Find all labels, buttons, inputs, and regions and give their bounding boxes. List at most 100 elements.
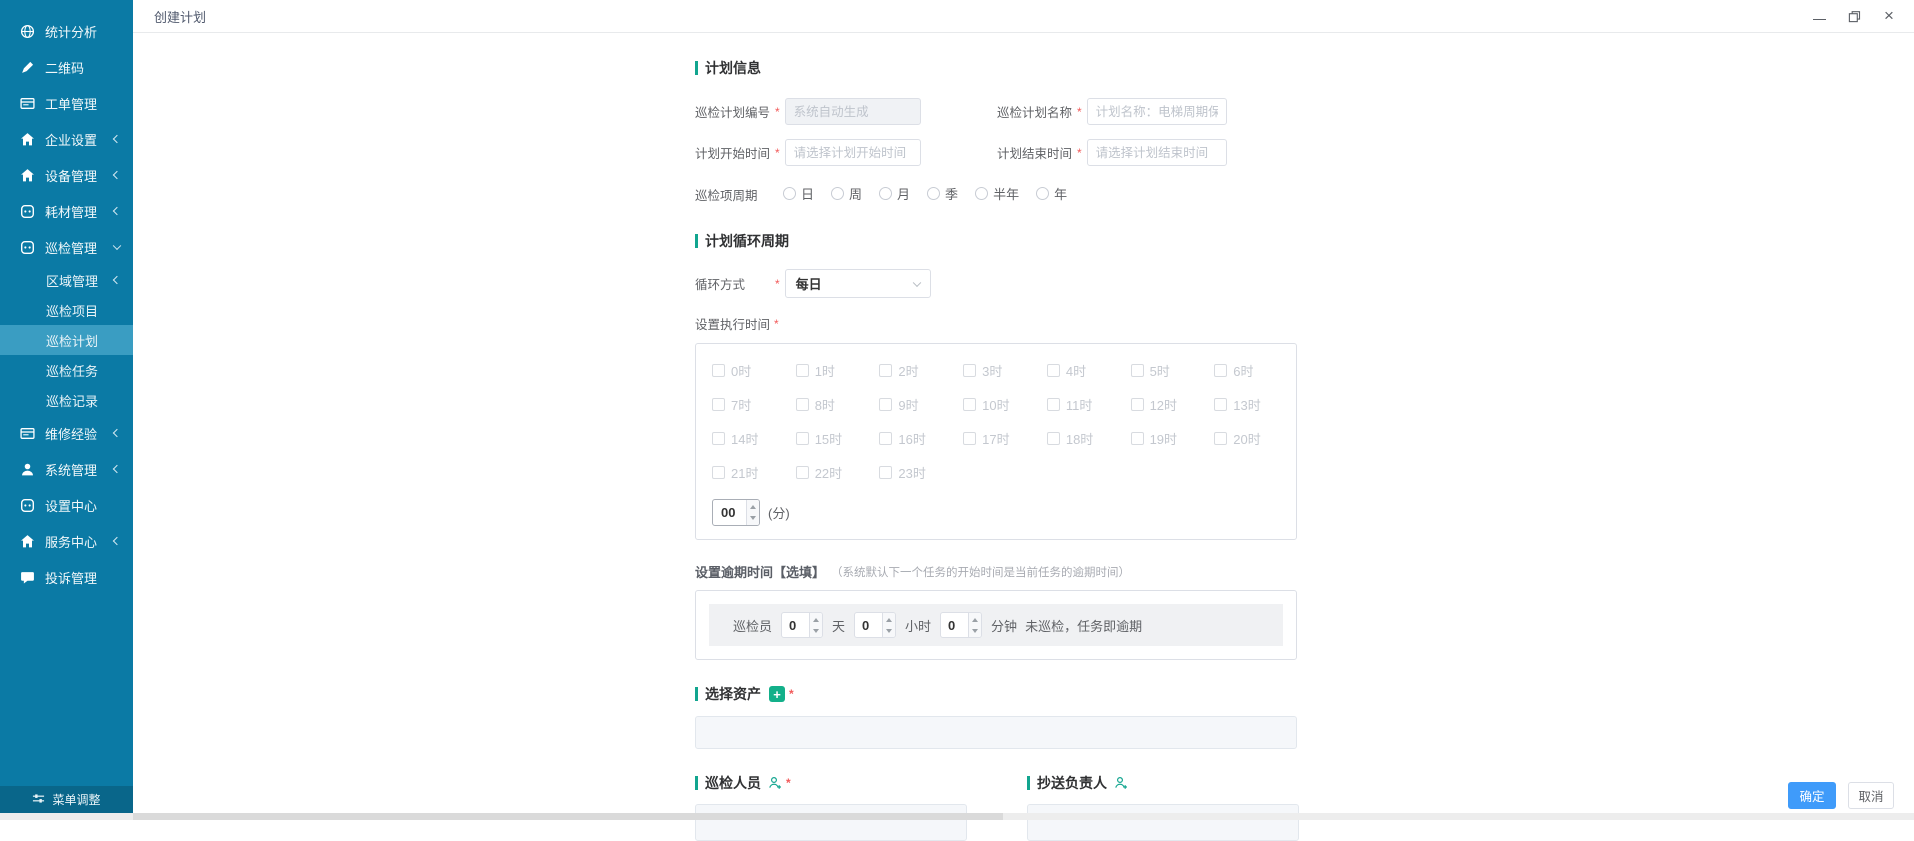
scrollbar-thumb[interactable] xyxy=(133,813,1003,820)
sidebar-item-inspection-mgmt[interactable]: 巡检管理 xyxy=(0,229,133,265)
hour-checkbox[interactable]: 18时 xyxy=(1047,429,1131,448)
sidebar-item-complaints[interactable]: 投诉管理 xyxy=(0,559,133,595)
hour-checkbox[interactable]: 4时 xyxy=(1047,361,1131,380)
radio-icon[interactable] xyxy=(831,187,844,200)
hour-checkbox[interactable]: 6时 xyxy=(1214,361,1298,380)
horizontal-scrollbar[interactable] xyxy=(0,813,1914,820)
overdue-hour-input[interactable] xyxy=(855,618,879,633)
checkbox-icon[interactable] xyxy=(796,466,809,479)
checkbox-icon[interactable] xyxy=(712,398,725,411)
close-button[interactable]: × xyxy=(1882,9,1896,23)
restore-button[interactable] xyxy=(1847,9,1861,23)
checkbox-icon[interactable] xyxy=(963,398,976,411)
end-time-input[interactable] xyxy=(1087,139,1227,166)
overdue-day-input[interactable] xyxy=(782,618,806,633)
hour-checkbox[interactable]: 23时 xyxy=(879,463,963,482)
hour-checkbox[interactable]: 11时 xyxy=(1047,395,1131,414)
cc-selection-box[interactable] xyxy=(1027,804,1299,841)
hour-checkbox[interactable]: 5时 xyxy=(1131,361,1215,380)
menu-adjust-button[interactable]: 菜单调整 xyxy=(0,786,133,813)
hour-checkbox[interactable]: 17时 xyxy=(963,429,1047,448)
sidebar-item-consumables[interactable]: 耗材管理 xyxy=(0,193,133,229)
radio-icon[interactable] xyxy=(783,187,796,200)
sidebar-item-repair-experience[interactable]: 维修经验 xyxy=(0,415,133,451)
overdue-minute-input[interactable] xyxy=(941,618,965,633)
loop-mode-select[interactable]: 每日 xyxy=(785,269,931,298)
sidebar-item-inspection-records[interactable]: 巡检记录 xyxy=(0,385,133,415)
cycle-radio[interactable]: 日 xyxy=(783,184,814,203)
hour-checkbox[interactable]: 12时 xyxy=(1131,395,1215,414)
checkbox-icon[interactable] xyxy=(712,466,725,479)
hour-checkbox[interactable]: 0时 xyxy=(712,361,796,380)
sidebar-item-settings-center[interactable]: 设置中心 xyxy=(0,487,133,523)
plan-name-input[interactable] xyxy=(1087,98,1227,125)
sidebar-item-work-order[interactable]: 工单管理 xyxy=(0,85,133,121)
checkbox-icon[interactable] xyxy=(1047,364,1060,377)
sidebar-item-stats[interactable]: 统计分析 xyxy=(0,13,133,49)
radio-icon[interactable] xyxy=(927,187,940,200)
minute-input[interactable] xyxy=(713,505,743,520)
cycle-radio[interactable]: 周 xyxy=(831,184,862,203)
overdue-hour-stepper[interactable] xyxy=(854,612,896,638)
sidebar-item-inspection-items[interactable]: 巡检项目 xyxy=(0,295,133,325)
hour-checkbox[interactable]: 2时 xyxy=(879,361,963,380)
sidebar-item-device-mgmt[interactable]: 设备管理 xyxy=(0,157,133,193)
checkbox-icon[interactable] xyxy=(796,398,809,411)
stepper-arrows-icon[interactable] xyxy=(882,613,895,637)
checkbox-icon[interactable] xyxy=(796,364,809,377)
hour-checkbox[interactable]: 13时 xyxy=(1214,395,1298,414)
sidebar-item-enterprise-settings[interactable]: 企业设置 xyxy=(0,121,133,157)
sidebar-item-inspection-tasks[interactable]: 巡检任务 xyxy=(0,355,133,385)
hour-checkbox[interactable]: 7时 xyxy=(712,395,796,414)
checkbox-icon[interactable] xyxy=(963,432,976,445)
cycle-radio[interactable]: 半年 xyxy=(975,184,1019,203)
checkbox-icon[interactable] xyxy=(712,364,725,377)
checkbox-icon[interactable] xyxy=(1047,432,1060,445)
minimize-button[interactable] xyxy=(1812,9,1826,23)
stepper-arrows-icon[interactable] xyxy=(809,613,822,637)
add-asset-button[interactable]: + xyxy=(769,686,785,702)
radio-icon[interactable] xyxy=(879,187,892,200)
sidebar-item-service-center[interactable]: 服务中心 xyxy=(0,523,133,559)
hour-checkbox[interactable]: 3时 xyxy=(963,361,1047,380)
sidebar-item-qrcode[interactable]: 二维码 xyxy=(0,49,133,85)
checkbox-icon[interactable] xyxy=(1214,432,1227,445)
checkbox-icon[interactable] xyxy=(1214,398,1227,411)
hour-checkbox[interactable]: 9时 xyxy=(879,395,963,414)
sidebar-item-region-mgmt[interactable]: 区域管理 xyxy=(0,265,133,295)
radio-icon[interactable] xyxy=(975,187,988,200)
person-add-icon[interactable] xyxy=(1114,776,1128,790)
overdue-day-stepper[interactable] xyxy=(781,612,823,638)
minute-stepper[interactable] xyxy=(712,499,760,526)
overdue-minute-stepper[interactable] xyxy=(940,612,982,638)
hour-checkbox[interactable]: 10时 xyxy=(963,395,1047,414)
hour-checkbox[interactable]: 1时 xyxy=(796,361,880,380)
sidebar-item-system-mgmt[interactable]: 系统管理 xyxy=(0,451,133,487)
confirm-button[interactable]: 确定 xyxy=(1788,782,1836,809)
sidebar-item-inspection-plan[interactable]: 巡检计划 xyxy=(0,325,133,355)
checkbox-icon[interactable] xyxy=(879,364,892,377)
person-add-icon[interactable] xyxy=(768,776,782,790)
checkbox-icon[interactable] xyxy=(796,432,809,445)
checkbox-icon[interactable] xyxy=(1131,432,1144,445)
checkbox-icon[interactable] xyxy=(1131,398,1144,411)
cycle-radio[interactable]: 月 xyxy=(879,184,910,203)
hour-checkbox[interactable]: 21时 xyxy=(712,463,796,482)
stepper-arrows-icon[interactable] xyxy=(746,500,759,525)
checkbox-icon[interactable] xyxy=(879,432,892,445)
cancel-button[interactable]: 取消 xyxy=(1848,782,1894,809)
checkbox-icon[interactable] xyxy=(879,398,892,411)
checkbox-icon[interactable] xyxy=(879,466,892,479)
start-time-input[interactable] xyxy=(785,139,921,166)
checkbox-icon[interactable] xyxy=(1214,364,1227,377)
cycle-radio[interactable]: 年 xyxy=(1036,184,1067,203)
hour-checkbox[interactable]: 8时 xyxy=(796,395,880,414)
inspector-selection-box[interactable] xyxy=(695,804,967,841)
hour-checkbox[interactable]: 16时 xyxy=(879,429,963,448)
assets-selection-box[interactable] xyxy=(695,716,1297,749)
hour-checkbox[interactable]: 14时 xyxy=(712,429,796,448)
cycle-radio[interactable]: 季 xyxy=(927,184,958,203)
checkbox-icon[interactable] xyxy=(1047,398,1060,411)
hour-checkbox[interactable]: 15时 xyxy=(796,429,880,448)
hour-checkbox[interactable]: 22时 xyxy=(796,463,880,482)
